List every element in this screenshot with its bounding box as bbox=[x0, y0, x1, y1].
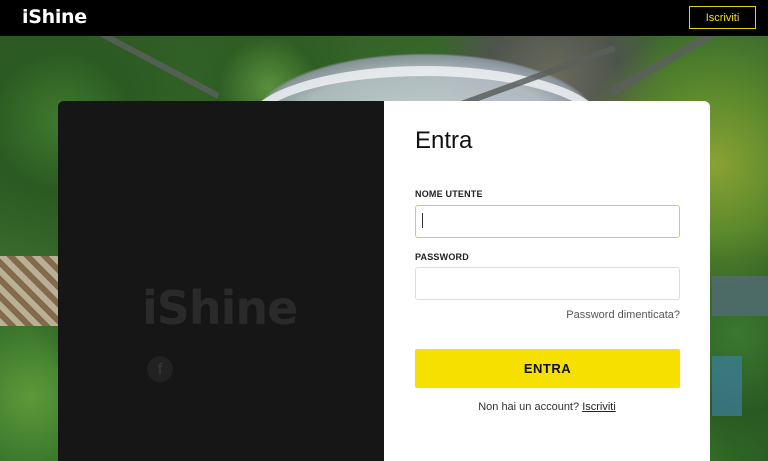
login-card: iShine f Entra NOME UTENTE PASSWORD Pass… bbox=[58, 101, 710, 461]
plaza bbox=[0, 256, 58, 326]
password-label: PASSWORD bbox=[415, 252, 469, 262]
forgot-password-link[interactable]: Password dimenticata? bbox=[566, 309, 680, 321]
no-account-text: Non hai un account? bbox=[478, 401, 580, 413]
username-label: NOME UTENTE bbox=[415, 189, 483, 199]
login-form: Entra NOME UTENTE PASSWORD Password dime… bbox=[384, 101, 710, 461]
road bbox=[40, 36, 220, 99]
signup-button[interactable]: Iscriviti bbox=[689, 6, 756, 29]
username-input[interactable] bbox=[415, 205, 680, 238]
text-caret bbox=[422, 213, 423, 228]
brand-watermark: iShine bbox=[142, 281, 298, 335]
top-bar: iShine Iscriviti bbox=[0, 0, 768, 36]
road bbox=[609, 36, 761, 96]
signup-prompt: Non hai un account? Iscriviti bbox=[384, 401, 710, 413]
brand-panel: iShine f bbox=[58, 101, 384, 461]
facebook-icon[interactable]: f bbox=[147, 356, 173, 382]
parking-lot bbox=[712, 276, 768, 316]
logo[interactable]: iShine bbox=[22, 6, 87, 28]
password-input[interactable] bbox=[415, 267, 680, 300]
signup-link[interactable]: Iscriviti bbox=[582, 401, 616, 413]
page-title: Entra bbox=[415, 127, 473, 154]
sports-court bbox=[712, 356, 742, 416]
login-button[interactable]: ENTRA bbox=[415, 349, 680, 388]
